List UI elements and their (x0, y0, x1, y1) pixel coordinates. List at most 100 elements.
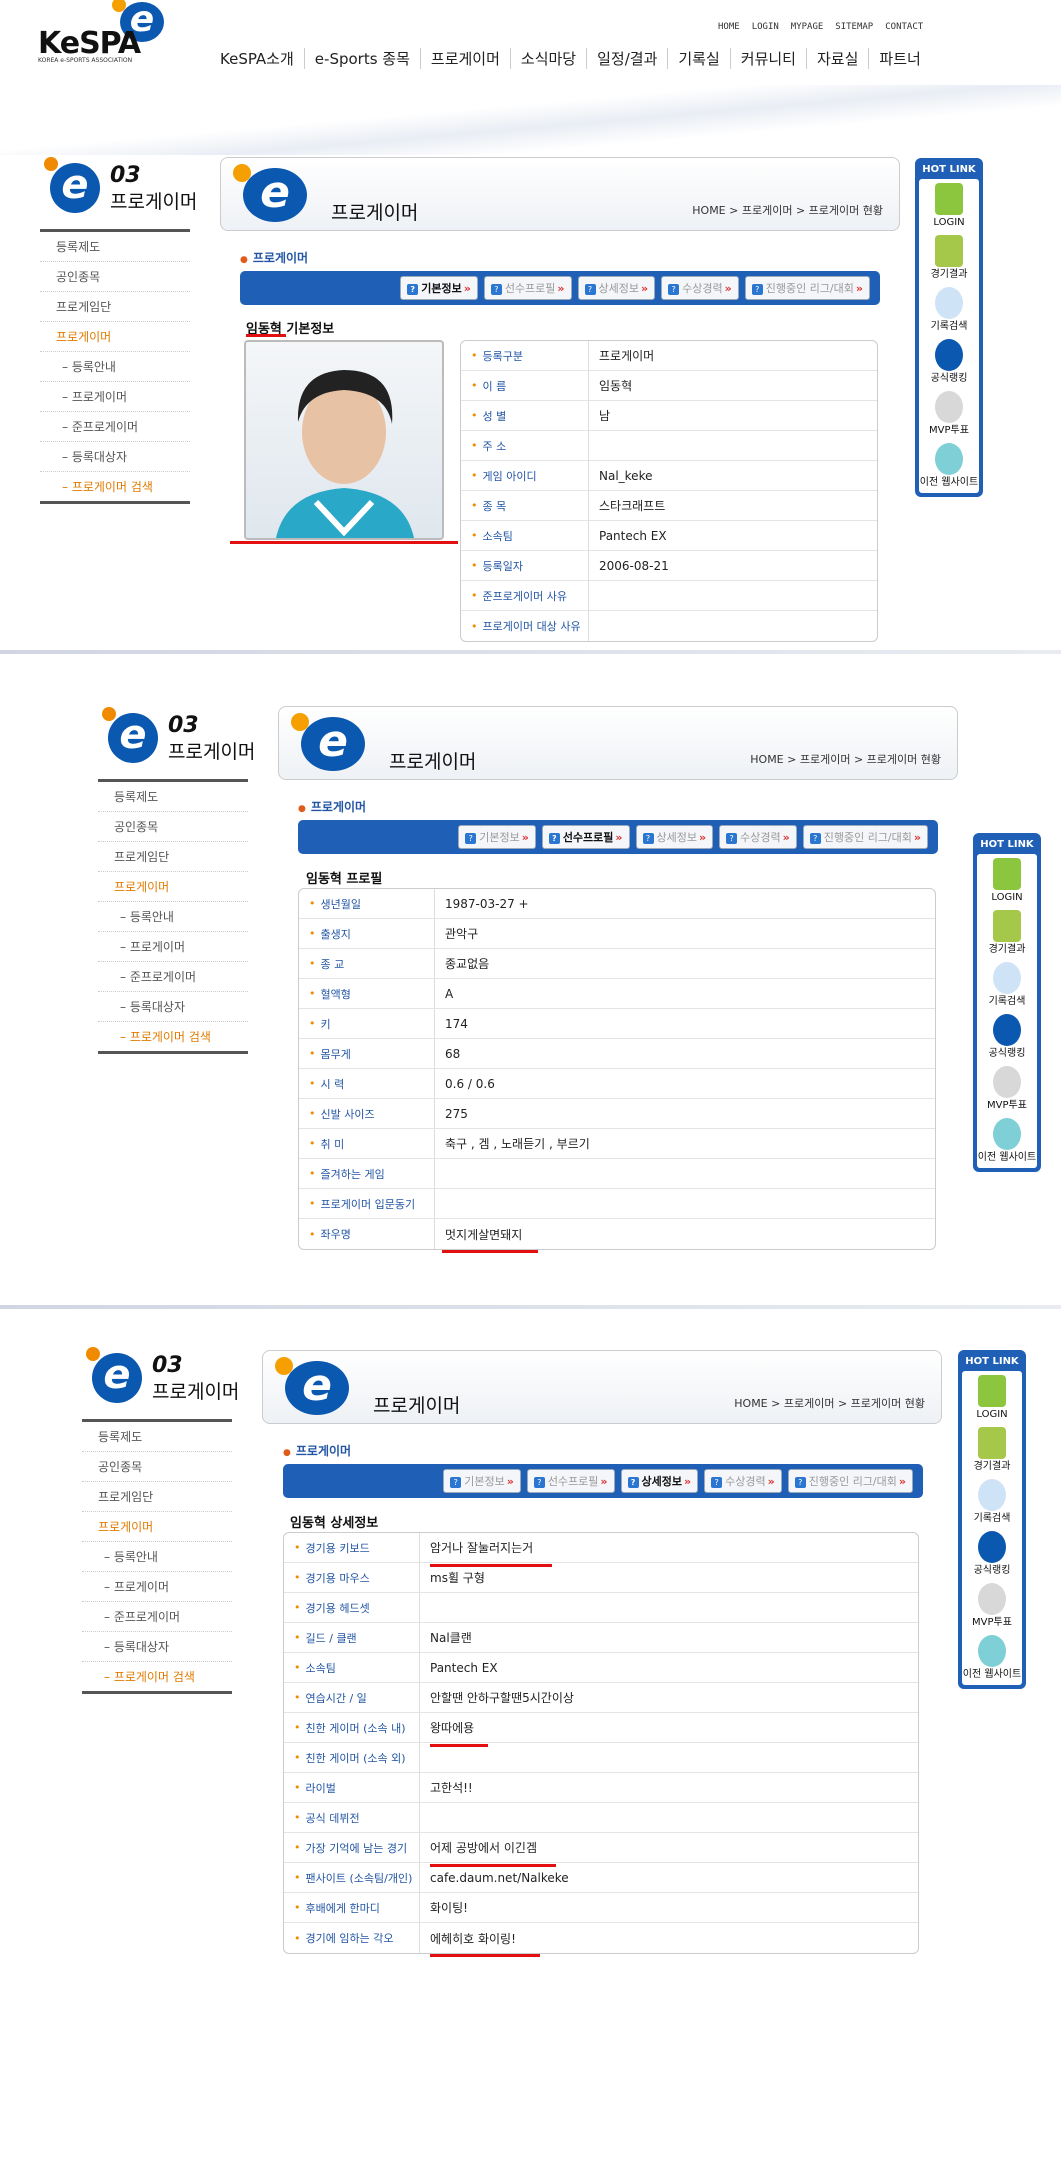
side-item-registration[interactable]: 등록제도 (98, 782, 248, 812)
side-item-official-games[interactable]: 공인종목 (40, 262, 190, 292)
side-item-progamer-sub[interactable]: – 프로게이머 (40, 382, 190, 412)
top-utility-nav: HOME LOGIN MYPAGE SITEMAP CONTACT (718, 22, 923, 32)
mainnav-archive[interactable]: 자료실 (807, 48, 870, 69)
hotlink-old-site[interactable]: 이전 웹사이트 (963, 1635, 1021, 1681)
table-row: 종 목스타크래프트 (461, 491, 877, 521)
hot-link-panel: HOT LINK LOGIN 경기결과 기록검색 공식랭킹 MVP투표 이전 웹… (915, 158, 983, 497)
side-logo: e 03 프로게이머 (82, 1345, 242, 1415)
side-item-candidates[interactable]: – 등록대상자 (82, 1632, 232, 1662)
hot-link-panel: HOT LINK LOGIN 경기결과 기록검색 공식랭킹 MVP투표 이전 웹… (973, 833, 1041, 1172)
side-item-semipro[interactable]: – 준프로게이머 (40, 412, 190, 442)
hotlink-ranking[interactable]: 공식랭킹 (974, 1531, 1010, 1577)
tab-leagues[interactable]: ? 진행중인 리그/대회» (787, 1469, 913, 1493)
side-item-progamer[interactable]: 프로게이머 (98, 872, 248, 902)
tab-basic[interactable]: ? 기본정보» (443, 1469, 521, 1493)
red-underline (230, 541, 458, 544)
side-menu: 등록제도 공인종목 프로게임단 프로게이머 – 등록안내 – 프로게이머 – 준… (40, 229, 190, 504)
mainnav-partner[interactable]: 파트너 (869, 48, 930, 69)
side-item-search[interactable]: – 프로게이머 검색 (82, 1662, 232, 1694)
e-logo-icon: e (44, 157, 100, 213)
side-item-candidates[interactable]: – 등록대상자 (98, 992, 248, 1022)
tab-detail[interactable]: ? 상세정보» (620, 1469, 699, 1493)
hotlink-search[interactable]: 기록검색 (989, 962, 1025, 1008)
mainnav-records[interactable]: 기록실 (668, 48, 731, 69)
mainnav-kespa[interactable]: KeSPA소개 (210, 48, 305, 69)
page-header: e 프로게이머 HOME > 프로게이머 > 프로게이머 현황 (220, 157, 900, 231)
hotlink-search[interactable]: 기록검색 (931, 287, 967, 333)
table-row: 몸무게68 (299, 1039, 935, 1069)
tab-awards[interactable]: ? 수상경력» (661, 276, 739, 300)
mainnav-news[interactable]: 소식마당 (511, 48, 588, 69)
mainnav-progamer[interactable]: 프로게이머 (421, 48, 511, 69)
topnav-login[interactable]: LOGIN (752, 22, 779, 32)
hotlink-mvp[interactable]: MVP투표 (987, 1066, 1027, 1112)
side-item-teams[interactable]: 프로게임단 (40, 292, 190, 322)
side-item-candidates[interactable]: – 등록대상자 (40, 442, 190, 472)
side-logo: e 03 프로게이머 (98, 705, 258, 775)
tab-detail[interactable]: ? 상세정보» (577, 276, 656, 300)
hotlink-mvp[interactable]: MVP투표 (929, 391, 969, 437)
table-row: 주 소 (461, 431, 877, 461)
detail-title: 임동혁 상세정보 (290, 1516, 379, 1531)
tab-detail[interactable]: ? 상세정보» (635, 825, 714, 849)
side-item-semipro[interactable]: – 준프로게이머 (82, 1602, 232, 1632)
red-underline (430, 1954, 540, 1957)
hotlink-old-site[interactable]: 이전 웹사이트 (920, 443, 978, 489)
side-item-guide[interactable]: – 등록안내 (40, 352, 190, 382)
tab-profile[interactable]: ? 선수프로필» (526, 1469, 615, 1493)
side-menu: 등록제도 공인종목 프로게임단 프로게이머 – 등록안내 – 프로게이머 – 준… (98, 779, 248, 1054)
topnav-sitemap[interactable]: SITEMAP (835, 22, 873, 32)
tab-profile[interactable]: ? 선수프로필» (483, 276, 572, 300)
tab-leagues[interactable]: ? 진행중인 리그/대회» (744, 276, 870, 300)
mainnav-community[interactable]: 커뮤니티 (731, 48, 807, 69)
side-item-guide[interactable]: – 등록안내 (82, 1542, 232, 1572)
topnav-mypage[interactable]: MYPAGE (791, 22, 824, 32)
hotlink-results[interactable]: 경기결과 (931, 235, 967, 281)
page-header: e 프로게이머 HOME > 프로게이머 > 프로게이머 현황 (262, 1350, 942, 1424)
table-row: 가장 기억에 남는 경기어제 공방에서 이긴겜 (284, 1833, 918, 1863)
table-row: 후배에게 한마디화이팅! (284, 1893, 918, 1923)
tab-basic[interactable]: ? 기본정보» (400, 276, 478, 300)
side-item-semipro[interactable]: – 준프로게이머 (98, 962, 248, 992)
side-item-teams[interactable]: 프로게임단 (98, 842, 248, 872)
side-item-search[interactable]: – 프로게이머 검색 (40, 472, 190, 504)
side-item-official-games[interactable]: 공인종목 (98, 812, 248, 842)
person-icon (977, 1375, 1006, 1407)
topnav-contact[interactable]: CONTACT (885, 22, 923, 32)
pen-icon (978, 1427, 1006, 1459)
side-item-progamer-sub[interactable]: – 프로게이머 (98, 932, 248, 962)
return-arrow-icon (992, 1118, 1021, 1150)
table-row: 친한 게이머 (소속 외) (284, 1743, 918, 1773)
hotlink-results[interactable]: 경기결과 (974, 1427, 1010, 1473)
side-item-progamer[interactable]: 프로게이머 (82, 1512, 232, 1542)
hotlink-login[interactable]: LOGIN (991, 858, 1023, 904)
side-item-search[interactable]: – 프로게이머 검색 (98, 1022, 248, 1054)
side-item-registration[interactable]: 등록제도 (40, 232, 190, 262)
hotlink-login[interactable]: LOGIN (933, 183, 965, 229)
hotlink-login[interactable]: LOGIN (976, 1375, 1008, 1421)
hotlink-old-site[interactable]: 이전 웹사이트 (978, 1118, 1036, 1164)
tab-leagues[interactable]: ? 진행중인 리그/대회» (802, 825, 928, 849)
hotlink-ranking[interactable]: 공식랭킹 (989, 1014, 1025, 1060)
tab-basic[interactable]: ? 기본정보» (458, 825, 536, 849)
topnav-home[interactable]: HOME (718, 22, 740, 32)
side-item-guide[interactable]: – 등록안내 (98, 902, 248, 932)
hotlink-ranking[interactable]: 공식랭킹 (931, 339, 967, 385)
tab-awards[interactable]: ? 수상경력» (719, 825, 797, 849)
side-item-progamer[interactable]: 프로게이머 (40, 322, 190, 352)
mainnav-esports[interactable]: e-Sports 종목 (305, 48, 421, 69)
table-row: 길드 / 클랜Nal클랜 (284, 1623, 918, 1653)
side-item-progamer-sub[interactable]: – 프로게이머 (82, 1572, 232, 1602)
side-item-official-games[interactable]: 공인종목 (82, 1452, 232, 1482)
tab-profile[interactable]: ? 선수프로필» (541, 825, 630, 849)
side-item-registration[interactable]: 등록제도 (82, 1422, 232, 1452)
mainnav-schedule[interactable]: 일정/결과 (587, 48, 669, 69)
hotlink-search[interactable]: 기록검색 (974, 1479, 1010, 1525)
table-row: 신발 사이즈275 (299, 1099, 935, 1129)
kespa-logo[interactable]: KeSPA (38, 26, 141, 61)
hotlink-results[interactable]: 경기결과 (989, 910, 1025, 956)
tab-awards[interactable]: ? 수상경력» (704, 1469, 782, 1493)
side-item-teams[interactable]: 프로게임단 (82, 1482, 232, 1512)
hotlink-mvp[interactable]: MVP투표 (972, 1583, 1012, 1629)
page-title: 프로게이머 (373, 1395, 461, 1417)
